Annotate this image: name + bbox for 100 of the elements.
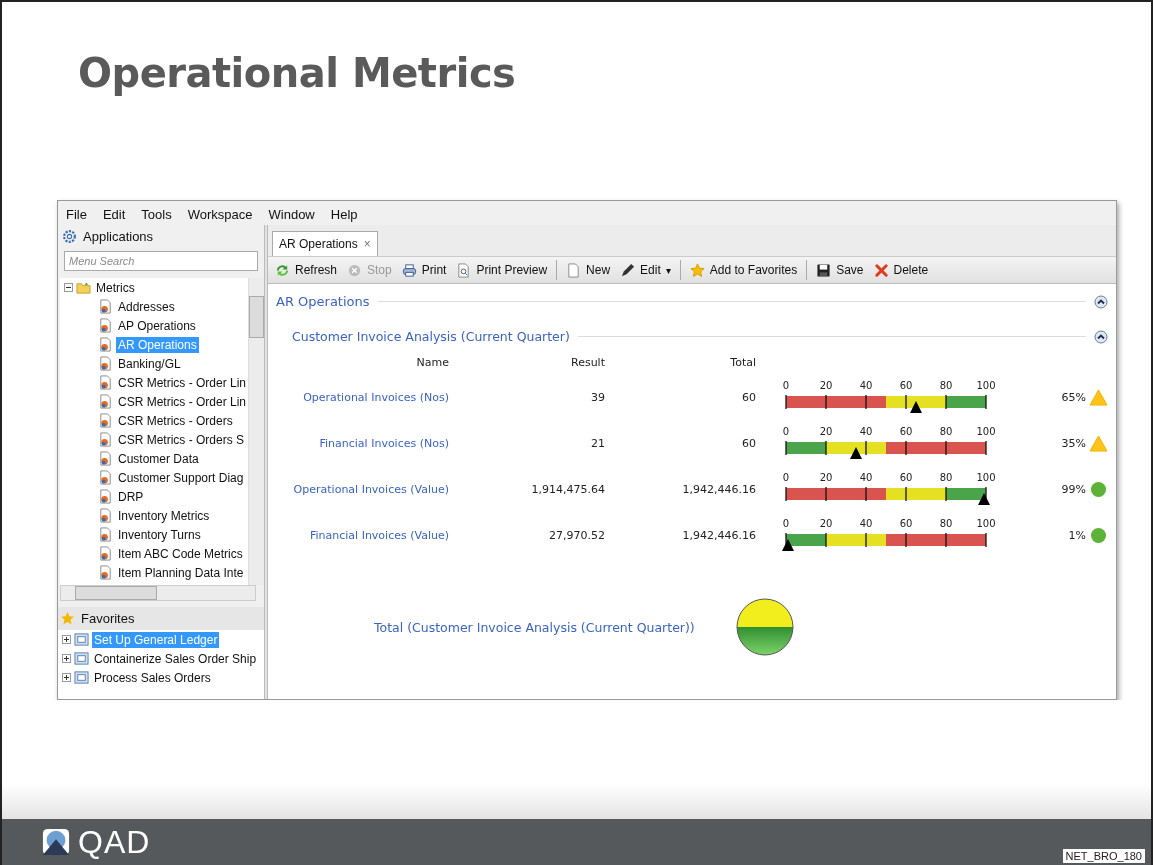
document-icon <box>98 451 113 466</box>
tick-label: 80 <box>939 518 953 529</box>
percent-value: 65% <box>1061 390 1086 404</box>
percent-value: 99% <box>1061 482 1086 496</box>
tree-item[interactable]: Banking/GL <box>116 355 183 372</box>
tick-label: 40 <box>859 426 873 437</box>
toolbar-button[interactable]: Delete <box>872 260 930 280</box>
tree-item[interactable]: CSR Metrics - Orders S <box>116 431 246 448</box>
status-circle-icon <box>734 597 795 657</box>
total-link[interactable]: Total (Customer Invoice Analysis (Current Quarter)) <box>374 619 695 635</box>
tree-item[interactable]: Inventory Metrics <box>116 507 212 524</box>
toolbar-button[interactable]: Refresh <box>274 260 339 280</box>
tick-label: 80 <box>939 472 953 483</box>
tick-label: 20 <box>819 426 833 437</box>
expand-toggle[interactable] <box>62 654 71 663</box>
toolbar-button[interactable]: Edit ▾ <box>619 260 672 280</box>
column-header: Name <box>415 356 449 369</box>
collapse-toggle[interactable] <box>64 283 73 292</box>
table-cell-text: 21 <box>590 436 605 450</box>
document-icon <box>98 470 113 485</box>
tick-label: 60 <box>899 380 913 391</box>
document-icon <box>98 375 113 390</box>
tree-item[interactable]: Item ABC Code Metrics <box>116 545 245 562</box>
tree-item[interactable]: CSR Metrics - Orders <box>116 412 235 429</box>
slide-code: NET_BRO_180 <box>1062 849 1145 863</box>
tree-item[interactable]: Inventory Turns <box>116 526 203 543</box>
document-icon <box>98 413 113 428</box>
tree-item[interactable]: Addresses <box>116 298 177 315</box>
metric-link[interactable]: Financial Invoices (Value) <box>284 528 449 542</box>
menu-item[interactable]: Workspace <box>187 207 253 222</box>
scrollbar[interactable] <box>248 278 265 585</box>
window-icon <box>74 651 89 666</box>
tick-label: 40 <box>859 472 873 483</box>
collapse-icon[interactable] <box>1094 329 1108 344</box>
percent-value: 35% <box>1061 436 1086 450</box>
toolbar-button[interactable]: Print Preview <box>455 260 549 280</box>
percent-value: 1% <box>1068 528 1086 542</box>
slide-title: Operational Metrics <box>78 50 517 98</box>
toolbar-button[interactable]: Save <box>815 260 865 280</box>
tree-item[interactable]: Customer Data <box>116 450 201 467</box>
toolbar-button[interactable]: Print <box>400 260 448 280</box>
menu-item[interactable]: Help <box>330 207 358 222</box>
star-icon <box>60 611 75 626</box>
column-header: Result <box>570 356 605 369</box>
table-cell-text: 1,942,446.16 <box>681 482 756 496</box>
tick-label: 20 <box>819 518 833 529</box>
panel-title: Favorites <box>81 611 135 626</box>
tree-item[interactable]: Metrics <box>94 279 137 296</box>
document-icon <box>98 508 113 523</box>
star-icon <box>689 262 705 278</box>
collapse-icon[interactable] <box>1094 294 1108 309</box>
tick-label: 0 <box>782 426 790 437</box>
scrollbar[interactable] <box>60 585 257 601</box>
tick-label: 20 <box>819 380 833 391</box>
document-icon <box>98 318 113 333</box>
close-icon[interactable]: × <box>363 237 371 251</box>
document-icon <box>98 356 113 371</box>
refresh-icon <box>275 262 290 278</box>
menu-item[interactable]: Window <box>268 207 315 222</box>
tree-item[interactable]: Customer Support Diag <box>116 469 246 486</box>
tick-label: 60 <box>899 472 913 483</box>
tick-label: 60 <box>899 518 913 529</box>
logo-icon <box>42 828 70 856</box>
tree-item[interactable]: CSR Metrics - Order Lin <box>116 374 249 391</box>
metric-link[interactable]: Operational Invoices (Nos) <box>284 390 449 404</box>
pen-icon <box>620 262 636 278</box>
printer-icon <box>401 262 417 278</box>
search-field[interactable]: Menu Search <box>64 251 259 271</box>
tree-item[interactable]: AP Operations <box>116 317 198 334</box>
toolbar-button[interactable]: Add to Favorites <box>688 260 799 280</box>
metric-link[interactable]: Financial Invoices (Nos) <box>284 436 449 450</box>
folder-icon <box>76 280 91 295</box>
tree-item[interactable]: Item Planning Data Inte <box>116 564 246 581</box>
tree-item[interactable]: CSR Metrics - Order Lin <box>116 393 249 410</box>
tick-label: 100 <box>976 380 996 391</box>
favorite-item[interactable]: Containerize Sales Order Ship <box>92 650 259 667</box>
tree-item[interactable]: DRP <box>116 488 146 505</box>
gear-icon <box>62 229 77 244</box>
menu-item[interactable]: File <box>66 207 87 222</box>
section-title: Customer Invoice Analysis (Current Quarter) <box>292 329 570 344</box>
column-header: Total <box>729 356 756 369</box>
expand-toggle[interactable] <box>62 635 71 644</box>
menu-item[interactable]: Edit <box>102 207 126 222</box>
window-icon <box>74 670 89 685</box>
table-cell-text: 1,942,446.16 <box>681 528 756 542</box>
menu-item[interactable]: Tools <box>141 207 172 222</box>
tick-label: 80 <box>939 380 953 391</box>
tick-label: 60 <box>899 426 913 437</box>
metric-link[interactable]: Operational Invoices (Value) <box>284 482 449 496</box>
document-icon <box>98 565 113 580</box>
tick-label: 80 <box>939 426 953 437</box>
tick-label: 20 <box>819 472 833 483</box>
favorite-item[interactable]: Process Sales Orders <box>92 669 213 686</box>
document-icon <box>566 262 582 278</box>
tick-label: 100 <box>976 472 996 483</box>
tick-label: 0 <box>782 518 790 529</box>
expand-toggle[interactable] <box>62 673 71 682</box>
toolbar-button[interactable]: New <box>565 260 612 280</box>
tick-label: 100 <box>976 426 996 437</box>
tab[interactable]: AR Operations × <box>272 231 378 256</box>
